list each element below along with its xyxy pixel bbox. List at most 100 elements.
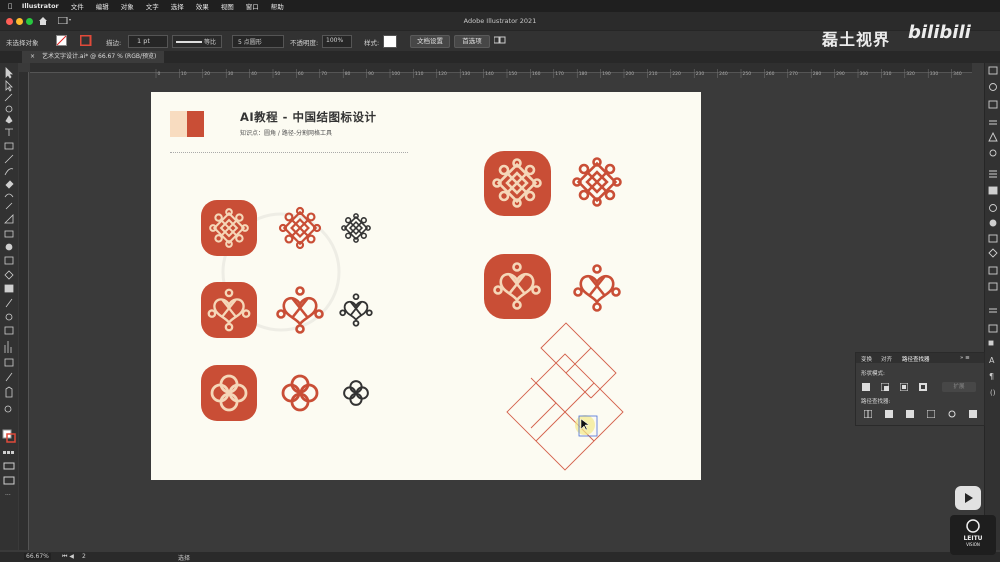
paintbrush-tool-icon[interactable] (4, 168, 14, 176)
brushes-panel-icon[interactable] (989, 120, 997, 125)
image-trace-panel-icon[interactable] (988, 234, 998, 243)
gradient-panel-icon[interactable] (988, 186, 998, 195)
knot-icon-3-dark[interactable] (343, 380, 369, 406)
graphic-styles-panel-icon[interactable] (989, 149, 997, 157)
align-panel-icon[interactable] (989, 308, 997, 313)
zoom-tool-icon[interactable] (4, 405, 12, 413)
hand-tool-icon[interactable] (5, 386, 13, 398)
menu-file[interactable]: 文件 (71, 1, 84, 11)
tab-align[interactable]: 对齐 (881, 355, 892, 363)
menu-edit[interactable]: 编辑 (96, 1, 109, 11)
symbol-sprayer-tool-icon[interactable] (4, 326, 14, 335)
rotate-tool-icon[interactable] (4, 193, 14, 198)
pen-tool-icon[interactable] (5, 115, 13, 124)
zoom-field[interactable]: 66.67% (24, 553, 51, 560)
minus-front-icon[interactable] (881, 383, 889, 391)
crop-icon[interactable] (927, 410, 935, 418)
outline-icon[interactable] (948, 410, 956, 418)
rectangle-tool-icon[interactable] (4, 142, 14, 150)
lasso-tool-icon[interactable] (5, 105, 13, 113)
pathfinder-panel-icon[interactable] (988, 340, 994, 346)
unite-icon[interactable] (862, 383, 870, 391)
color-panel-icon[interactable] (989, 83, 997, 91)
gradient-mode-icon[interactable] (7, 451, 10, 454)
artboard-number-field[interactable]: 2 (82, 553, 86, 560)
slice-tool-icon[interactable] (5, 372, 13, 382)
style-swatch[interactable] (383, 35, 397, 48)
knot-icon-3-red[interactable] (281, 374, 319, 412)
appearance-panel-icon[interactable] (989, 219, 997, 227)
stroke-panel-icon[interactable] (989, 170, 997, 178)
menu-app-name[interactable]: Illustrator (22, 2, 59, 10)
color-mode-icon[interactable] (3, 451, 6, 454)
knot-icon-2-red[interactable] (276, 286, 324, 334)
document-tab[interactable]: × 艺术文字设计.ai* @ 66.67 % (RGB/预览) (22, 51, 165, 63)
eraser-tool-icon[interactable] (5, 180, 14, 189)
free-transform-tool-icon[interactable] (4, 230, 14, 238)
transform-panel-icon[interactable] (988, 324, 998, 333)
tab-pathfinder[interactable]: 路径查找器 (902, 355, 930, 363)
menu-view[interactable]: 视图 (221, 1, 234, 11)
gradient-tool-icon[interactable] (4, 284, 14, 293)
layers-panel-icon[interactable] (988, 248, 998, 258)
brush-select[interactable]: 5 点圆形 (232, 35, 284, 48)
menu-select[interactable]: 选择 (171, 1, 184, 11)
horizontal-ruler[interactable]: 0 10 20 30 40 50 60 70 80 90 100 110 120 130 140 150 160… (30, 63, 972, 78)
draw-mode-icon[interactable] (3, 462, 15, 470)
divide-icon[interactable] (864, 410, 872, 418)
warp-tool-icon[interactable] (4, 214, 14, 224)
direct-selection-tool-icon[interactable] (5, 80, 13, 92)
selection-tool-icon[interactable] (5, 67, 13, 79)
asset-export-panel-icon[interactable] (988, 282, 998, 291)
trim-icon[interactable] (885, 410, 893, 418)
blend-tool-icon[interactable] (5, 313, 13, 321)
expand-button[interactable]: 扩展 (942, 382, 976, 392)
edit-toolbar-icon[interactable]: ··· (5, 492, 11, 499)
fill-swatch[interactable] (56, 35, 68, 46)
minus-back-icon[interactable] (969, 410, 977, 418)
construction-grid[interactable] (506, 322, 624, 471)
menu-type[interactable]: 文字 (146, 1, 159, 11)
perspective-grid-tool-icon[interactable] (4, 256, 14, 265)
screen-mode-icon[interactable] (3, 476, 15, 485)
paragraph-panel-icon[interactable]: ¶ (989, 372, 994, 381)
apple-icon[interactable]:  (8, 2, 12, 10)
none-mode-icon[interactable] (11, 451, 14, 454)
arrange-documents-icon[interactable] (494, 36, 508, 45)
exclude-icon[interactable] (919, 383, 927, 391)
knot-icon-1-dark[interactable] (341, 213, 371, 243)
close-tab-icon[interactable]: × (30, 53, 35, 60)
mesh-tool-icon[interactable] (4, 270, 14, 280)
preferences-button[interactable]: 首选项 (454, 35, 490, 48)
knot-icon-large-2-red[interactable] (573, 264, 621, 312)
opentype-panel-icon[interactable]: () (990, 389, 996, 397)
magic-wand-tool-icon[interactable] (4, 93, 13, 102)
properties-panel-icon[interactable] (988, 66, 998, 75)
panel-collapse-icon[interactable]: » ≡ (960, 355, 970, 361)
knot-icon-1-red[interactable] (278, 206, 322, 250)
artboards-panel-icon[interactable] (988, 266, 998, 275)
intersect-icon[interactable] (900, 383, 908, 391)
opacity-field[interactable]: 100% (322, 35, 352, 48)
symbols-panel-icon[interactable] (988, 131, 998, 142)
shape-builder-tool-icon[interactable] (5, 243, 13, 251)
artboard-tool-icon[interactable] (4, 358, 14, 367)
graph-tool-icon[interactable] (4, 341, 12, 353)
menu-help[interactable]: 帮助 (271, 1, 284, 11)
transparency-panel-icon[interactable] (989, 204, 997, 212)
merge-icon[interactable] (906, 410, 914, 418)
scale-tool-icon[interactable] (5, 202, 13, 210)
menu-effect[interactable]: 效果 (196, 1, 209, 11)
type-tool-icon[interactable] (5, 128, 13, 136)
stroke-swatch[interactable] (80, 35, 92, 46)
prev-artboard-icon[interactable]: ⏮ ◀ (62, 553, 74, 561)
stroke-weight-field[interactable]: 1 pt (128, 35, 168, 48)
character-panel-icon[interactable]: A (989, 356, 995, 365)
knot-icon-2-dark[interactable] (339, 293, 373, 327)
eyedropper-tool-icon[interactable] (5, 298, 13, 308)
line-tool-icon[interactable] (4, 154, 14, 164)
document-setup-button[interactable]: 文档设置 (410, 35, 450, 48)
stroke-profile-select[interactable]: 等比 (172, 35, 222, 48)
menu-window[interactable]: 窗口 (246, 1, 259, 11)
knot-icon-large-1-red[interactable] (572, 157, 622, 207)
